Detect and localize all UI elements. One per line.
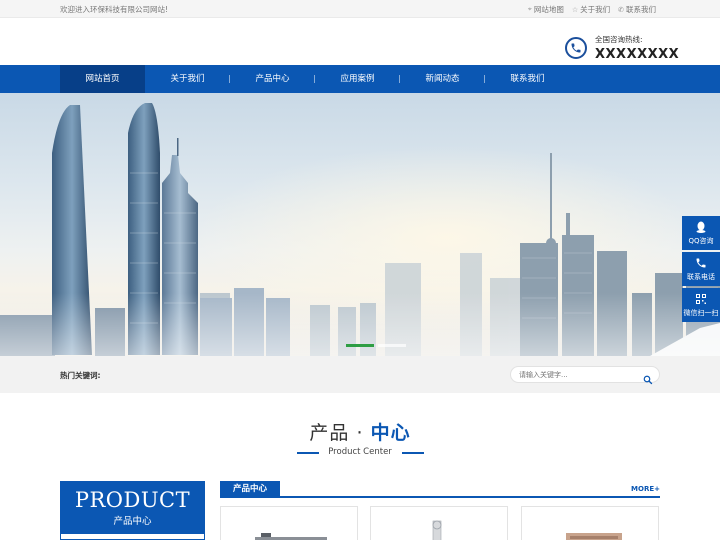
hero-banner[interactable] — [0, 93, 720, 356]
contact-link[interactable]: ✆ 联系我们 — [618, 4, 656, 15]
nav-item-cases[interactable]: 应用案例 — [315, 65, 400, 93]
product-card[interactable] — [220, 506, 358, 540]
search-input[interactable] — [519, 369, 639, 381]
about-label: 关于我们 — [580, 5, 611, 14]
qq-label: QQ咨询 — [688, 237, 714, 245]
product-en-title: PRODUCT — [74, 488, 191, 512]
nav-item-about[interactable]: 关于我们 — [145, 65, 230, 93]
site-map-label: 网站地图 — [533, 5, 564, 14]
hotline-number: XXXXXXXX — [595, 47, 680, 62]
wechat-scan-button[interactable]: 微信扫一扫 — [682, 288, 720, 322]
contact-label: 联系我们 — [626, 5, 656, 14]
hotline: 全国咨询热线: XXXXXXXX — [565, 34, 679, 62]
phone-label: 联系电话 — [687, 273, 715, 281]
skyline-image — [0, 93, 720, 356]
category-list-start — [60, 534, 205, 540]
product-category-header: PRODUCT 产品中心 — [60, 481, 205, 540]
phone-icon — [565, 37, 587, 59]
section-title: 产品 · 中心 — [0, 418, 720, 445]
hot-keywords-label: 热门关键词: — [60, 371, 101, 380]
floating-contact-panel: QQ咨询 联系电话 微信扫一扫 — [682, 216, 720, 324]
product-thumbnail — [432, 520, 442, 540]
search-bar: 热门关键词: — [0, 356, 720, 393]
wechat-label: 微信扫一扫 — [683, 309, 719, 317]
product-cn-title: 产品中心 — [113, 516, 152, 527]
header: 全国咨询热线: XXXXXXXX — [0, 18, 720, 65]
qq-consult-button[interactable]: QQ咨询 — [682, 216, 720, 250]
qq-icon — [682, 221, 720, 234]
phone-icon — [682, 257, 720, 270]
section-subtitle: Product Center — [328, 447, 392, 457]
nav-products-label: 产品中心 — [255, 74, 290, 84]
subtitle-line-right — [402, 452, 424, 454]
nav-news-label: 新闻动态 — [425, 74, 460, 84]
nav-about-label: 关于我们 — [170, 74, 205, 84]
page: 欢迎进入环保科技有限公司网站! ⌖ 网站地图 ☆ 关于我们 ✆ 联系我们 全国咨… — [0, 0, 720, 540]
map-pin-icon: ⌖ — [527, 5, 532, 13]
product-thumbnail — [566, 533, 622, 540]
nav-item-news[interactable]: 新闻动态 — [400, 65, 485, 93]
section-title-part2: 中心 — [370, 422, 411, 444]
search-box — [510, 366, 660, 385]
nav-item-products[interactable]: 产品中心 — [230, 65, 315, 93]
nav-cases-label: 应用案例 — [340, 74, 375, 84]
welcome-text: 欢迎进入环保科技有限公司网站! — [60, 5, 169, 14]
contact-icon: ✆ — [618, 5, 624, 14]
slide-dot-1[interactable] — [346, 344, 374, 347]
product-center-bar: 产品中心 MORE+ — [220, 481, 660, 498]
product-card[interactable] — [521, 506, 659, 540]
nav-home-label: 网站首页 — [85, 74, 120, 84]
top-bar: 欢迎进入环保科技有限公司网站! ⌖ 网站地图 ☆ 关于我们 ✆ 联系我们 — [0, 0, 720, 18]
product-card[interactable] — [370, 506, 508, 540]
nav-item-home[interactable]: 网站首页 — [60, 65, 145, 93]
product-thumbnail — [255, 533, 327, 540]
section-heading: 产品 · 中心 Product Center — [0, 418, 720, 457]
main-nav: 网站首页 关于我们 产品中心 应用案例 新闻动态 联系我们 — [0, 65, 720, 93]
section-title-part1: 产品 — [309, 422, 350, 444]
site-map-link[interactable]: ⌖ 网站地图 — [528, 4, 564, 15]
about-link[interactable]: ☆ 关于我们 — [572, 4, 610, 15]
nav-item-contact[interactable]: 联系我们 — [485, 65, 570, 93]
nav-contact-label: 联系我们 — [510, 74, 545, 84]
tab-product-center[interactable]: 产品中心 — [220, 481, 280, 498]
more-link[interactable]: MORE+ — [631, 485, 660, 493]
subtitle-line-left — [297, 452, 319, 454]
slide-indicators — [346, 344, 406, 347]
hotline-label: 全国咨询热线: — [595, 35, 643, 44]
section-title-dot: · — [356, 422, 364, 444]
star-icon: ☆ — [571, 5, 579, 14]
phone-contact-button[interactable]: 联系电话 — [682, 252, 720, 286]
qrcode-icon — [682, 293, 720, 306]
top-links: ⌖ 网站地图 ☆ 关于我们 ✆ 联系我们 — [528, 4, 656, 15]
slide-dot-2[interactable] — [378, 344, 406, 347]
search-icon[interactable] — [643, 370, 653, 389]
